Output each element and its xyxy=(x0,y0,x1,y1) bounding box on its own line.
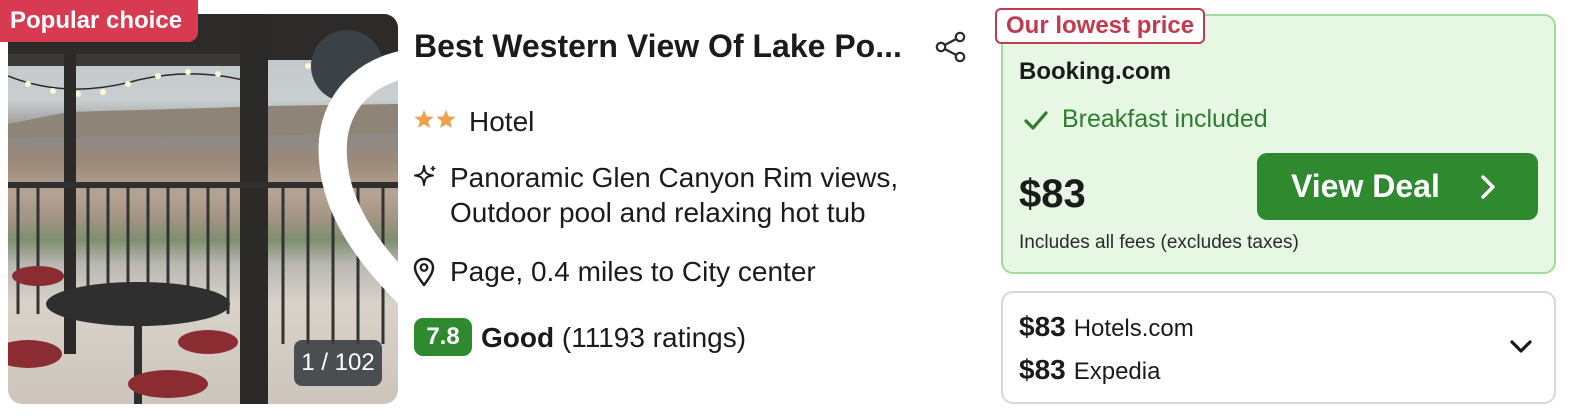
view-deal-button[interactable]: View Deal xyxy=(1257,153,1538,220)
rating-score-badge: 7.8 xyxy=(414,318,472,356)
feature-line: Panoramic Glen Canyon Rim views, xyxy=(450,162,899,193)
rating-summary[interactable]: Good (11193 ratings) xyxy=(481,322,746,354)
chevron-right-icon xyxy=(1481,175,1495,199)
view-deal-label: View Deal xyxy=(1291,168,1440,204)
share-icon[interactable] xyxy=(934,30,968,64)
popular-choice-badge: Popular choice xyxy=(0,0,199,42)
location-pin-icon xyxy=(413,257,435,287)
other-deal-row[interactable]: $83 Expedia xyxy=(1019,354,1160,386)
hotel-type: Hotel xyxy=(469,106,535,137)
deal-price: $83 xyxy=(1019,172,1086,216)
lowest-price-tag: Our lowest price xyxy=(995,8,1206,44)
star-icon xyxy=(414,110,434,128)
star-icon xyxy=(436,110,456,128)
photo-counter: 1 / 102 xyxy=(294,340,382,386)
check-icon xyxy=(1024,111,1048,130)
sparkle-icon xyxy=(414,165,436,186)
other-deal-provider: Expedia xyxy=(1073,358,1161,385)
other-deals-panel[interactable] xyxy=(1001,291,1556,404)
hotel-name-link[interactable]: Best Western View Of Lake Po... xyxy=(414,28,914,65)
other-deal-price: $83 xyxy=(1019,354,1066,385)
breakfast-perk: Breakfast included xyxy=(1062,105,1268,133)
feature-line: Outdoor pool and relaxing hot tub xyxy=(450,197,866,228)
hotel-photo[interactable]: 1 / 102 xyxy=(8,14,398,404)
save-to-favorites-button[interactable] xyxy=(311,30,398,304)
chevron-down-icon[interactable] xyxy=(1509,338,1533,356)
other-deal-row[interactable]: $83 Hotels.com xyxy=(1019,311,1194,343)
other-deal-provider: Hotels.com xyxy=(1073,315,1194,342)
star-rating xyxy=(414,110,456,128)
hotel-result-card[interactable]: 1 / 102 Popular choice Best Western View… xyxy=(0,0,1584,420)
fees-note: Includes all fees (excludes taxes) xyxy=(1019,232,1299,253)
rating-word: Good xyxy=(481,322,555,353)
rating-count: (11193 ratings) xyxy=(561,322,747,353)
deal-provider: Booking.com xyxy=(1019,58,1172,85)
location-text: Page, 0.4 miles to City center xyxy=(450,256,816,287)
other-deal-price: $83 xyxy=(1019,311,1066,342)
